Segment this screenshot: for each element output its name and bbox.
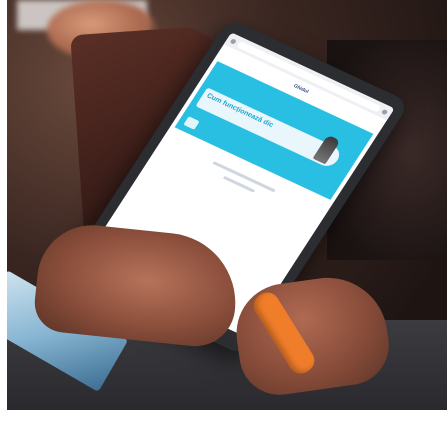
site-name[interactable]: Ghidul	[292, 83, 310, 95]
photo-scene: Ghidul Cum funcționează dic	[7, 0, 447, 410]
browser-menu-icon[interactable]	[381, 108, 389, 115]
banner-logo	[183, 116, 200, 130]
home-icon[interactable]	[229, 37, 238, 45]
